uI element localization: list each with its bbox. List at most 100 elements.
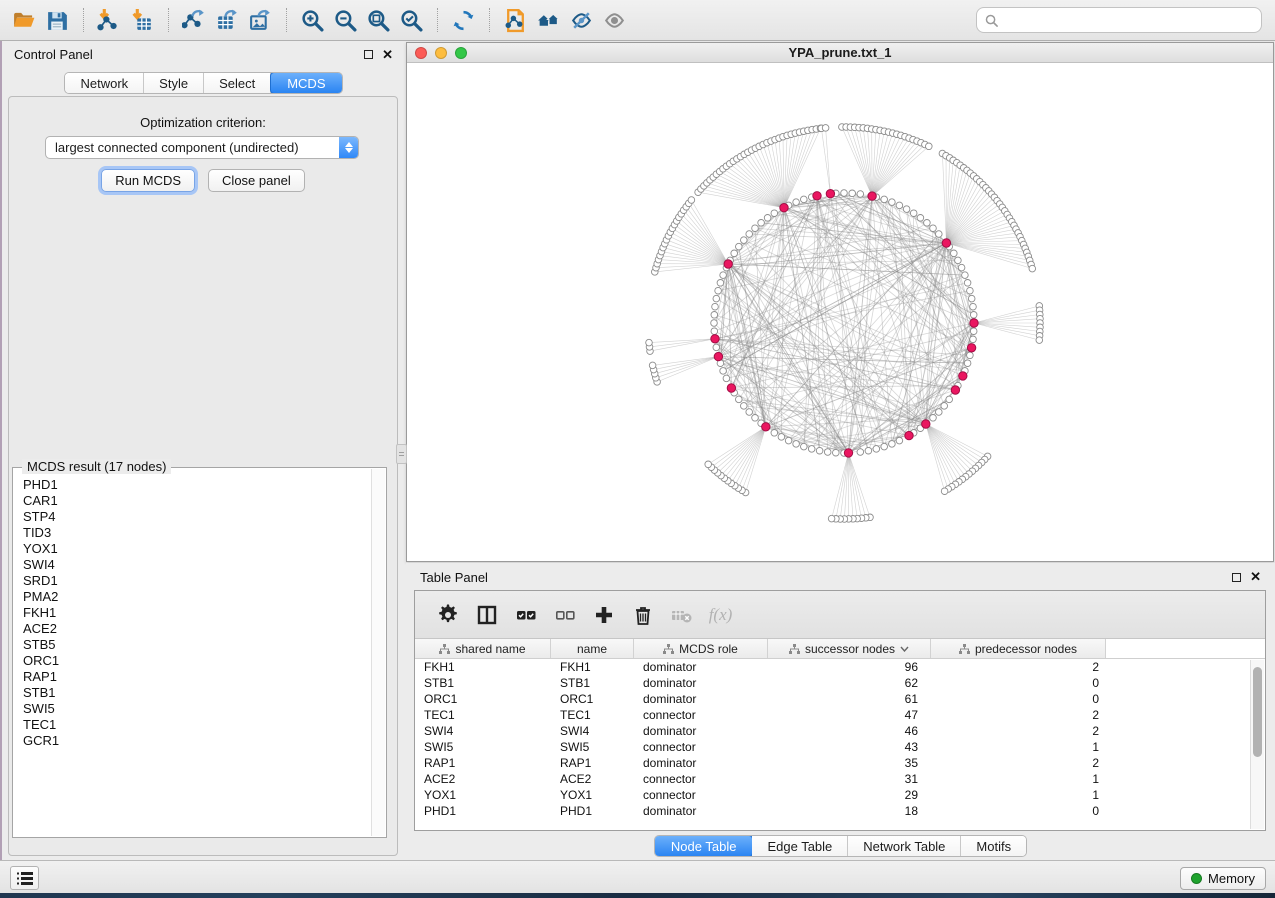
column-header-shared-name[interactable]: shared name xyxy=(415,639,551,658)
table-cell: 61 xyxy=(768,691,931,707)
memory-button[interactable]: Memory xyxy=(1180,867,1266,890)
table-row[interactable]: RAP1RAP1dominator352 xyxy=(415,755,1265,771)
zoom-window-light[interactable] xyxy=(455,47,467,59)
tab-mcds[interactable]: MCDS xyxy=(270,72,342,94)
toolbar-hide-selected-button[interactable] xyxy=(565,5,598,35)
table-toolbar-delete-column-button[interactable] xyxy=(624,598,661,632)
table-row[interactable]: TEC1TEC1connector472 xyxy=(415,707,1265,723)
close-panel-button[interactable]: Close panel xyxy=(208,169,305,192)
table-row[interactable]: SWI5SWI5connector431 xyxy=(415,739,1265,755)
network-window-titlebar[interactable]: YPA_prune.txt_1 xyxy=(407,43,1273,63)
table-row[interactable]: ORC1ORC1dominator610 xyxy=(415,691,1265,707)
table-cell: 1 xyxy=(931,739,1106,755)
table-row[interactable]: YOX1YOX1connector291 xyxy=(415,787,1265,803)
table-tab-motifs[interactable]: Motifs xyxy=(961,836,1026,856)
mcds-result-item[interactable]: STB5 xyxy=(23,637,371,653)
toolbar-first-neighbors-button[interactable] xyxy=(532,5,565,35)
table-row[interactable]: ACE2ACE2connector311 xyxy=(415,771,1265,787)
column-header-MCDS-role[interactable]: MCDS role xyxy=(634,639,768,658)
toolbar-import-table-button[interactable] xyxy=(126,5,159,35)
mcds-result-item[interactable]: GCR1 xyxy=(23,733,371,749)
mcds-result-list[interactable]: PHD1CAR1STP4TID3YOX1SWI4SRD1PMA2FKH1ACE2… xyxy=(14,469,371,836)
network-canvas[interactable] xyxy=(407,63,1273,561)
task-history-button[interactable] xyxy=(10,866,39,890)
mcds-result-item[interactable]: FKH1 xyxy=(23,605,371,621)
optimization-criterion-dropdown[interactable]: largest connected component (undirected) xyxy=(45,136,359,159)
splitter-grip[interactable] xyxy=(396,444,407,464)
chevron-down-icon xyxy=(900,646,909,652)
toolbar-zoom-selected-button[interactable] xyxy=(395,5,428,35)
table-tab-node-table[interactable]: Node Table xyxy=(654,835,754,857)
toolbar-import-network-button[interactable] xyxy=(93,5,126,35)
table-cell: 1 xyxy=(931,771,1106,787)
close-table-panel-icon[interactable]: ✕ xyxy=(1250,572,1261,582)
table-toolbar-column-panel-button[interactable] xyxy=(468,598,505,632)
toolbar-open-file-button[interactable] xyxy=(8,5,41,35)
toolbar-export-image-button[interactable] xyxy=(244,5,277,35)
column-header-name[interactable]: name xyxy=(551,639,634,658)
table-toolbar-add-column-button[interactable] xyxy=(585,598,622,632)
column-header-successor-nodes[interactable]: successor nodes xyxy=(768,639,931,658)
mcds-result-item[interactable]: SWI4 xyxy=(23,557,371,573)
table-row[interactable]: PHD1PHD1dominator180 xyxy=(415,803,1265,819)
table-scrollbar[interactable] xyxy=(1250,660,1264,829)
mcds-list-scrollbar[interactable] xyxy=(371,469,385,836)
close-panel-icon[interactable]: ✕ xyxy=(382,50,393,60)
toolbar-separator xyxy=(489,8,490,32)
table-tab-edge-table[interactable]: Edge Table xyxy=(752,836,848,856)
toolbar-save-session-button[interactable] xyxy=(41,5,74,35)
mcds-result-item[interactable]: SRD1 xyxy=(23,573,371,589)
search-input[interactable] xyxy=(1004,13,1253,28)
table-cell: YOX1 xyxy=(551,787,634,803)
mcds-result-item[interactable]: PHD1 xyxy=(23,477,371,493)
mcds-result-item[interactable]: ACE2 xyxy=(23,621,371,637)
column-header-predecessor-nodes[interactable]: predecessor nodes xyxy=(931,639,1106,658)
mcds-result-item[interactable]: ORC1 xyxy=(23,653,371,669)
table-tab-network-table[interactable]: Network Table xyxy=(848,836,961,856)
close-window-light[interactable] xyxy=(415,47,427,59)
memory-label: Memory xyxy=(1208,871,1255,886)
table-cell: FKH1 xyxy=(551,659,634,675)
toolbar-show-all-button[interactable] xyxy=(598,5,631,35)
table-toolbar-table-settings-button[interactable] xyxy=(429,598,466,632)
run-mcds-button[interactable]: Run MCDS xyxy=(101,169,195,192)
float-panel-icon[interactable] xyxy=(364,50,373,59)
table-panel-title: Table Panel xyxy=(420,570,488,585)
first-neighbors-icon xyxy=(536,8,561,33)
table-cell: 0 xyxy=(931,691,1106,707)
mcds-result-item[interactable]: CAR1 xyxy=(23,493,371,509)
network-graph[interactable] xyxy=(407,63,1273,561)
tab-style[interactable]: Style xyxy=(144,73,204,93)
tab-select[interactable]: Select xyxy=(204,73,271,93)
search-box[interactable] xyxy=(976,7,1262,33)
table-toolbar-deselect-all-button[interactable] xyxy=(546,598,583,632)
table-row[interactable]: STB1STB1dominator620 xyxy=(415,675,1265,691)
toolbar-apply-layout-button[interactable] xyxy=(447,5,480,35)
mcds-result-item[interactable]: TID3 xyxy=(23,525,371,541)
toolbar-export-network-button[interactable] xyxy=(178,5,211,35)
toolbar-zoom-out-button[interactable] xyxy=(329,5,362,35)
table-row[interactable]: SWI4SWI4dominator462 xyxy=(415,723,1265,739)
mcds-result-item[interactable]: STP4 xyxy=(23,509,371,525)
mcds-result-item[interactable]: RAP1 xyxy=(23,669,371,685)
zoom-in-icon xyxy=(300,8,325,33)
table-cell: connector xyxy=(634,739,768,755)
tab-network[interactable]: Network xyxy=(65,73,144,93)
table-scrollbar-thumb[interactable] xyxy=(1253,667,1262,757)
mcds-result-groupbox: MCDS result (17 nodes) PHD1CAR1STP4TID3Y… xyxy=(12,467,387,838)
show-all-icon xyxy=(602,8,627,33)
table-cell: STB1 xyxy=(415,675,551,691)
float-table-panel-icon[interactable] xyxy=(1232,573,1241,582)
mcds-result-item[interactable]: TEC1 xyxy=(23,717,371,733)
toolbar-zoom-fit-button[interactable] xyxy=(362,5,395,35)
toolbar-zoom-in-button[interactable] xyxy=(296,5,329,35)
mcds-result-item[interactable]: YOX1 xyxy=(23,541,371,557)
mcds-result-item[interactable]: SWI5 xyxy=(23,701,371,717)
mcds-result-item[interactable]: STB1 xyxy=(23,685,371,701)
toolbar-export-table-button[interactable] xyxy=(211,5,244,35)
mcds-result-item[interactable]: PMA2 xyxy=(23,589,371,605)
minimize-window-light[interactable] xyxy=(435,47,447,59)
table-row[interactable]: FKH1FKH1dominator962 xyxy=(415,659,1265,675)
table-toolbar-select-all-button[interactable] xyxy=(507,598,544,632)
toolbar-network-from-selection-button[interactable] xyxy=(499,5,532,35)
